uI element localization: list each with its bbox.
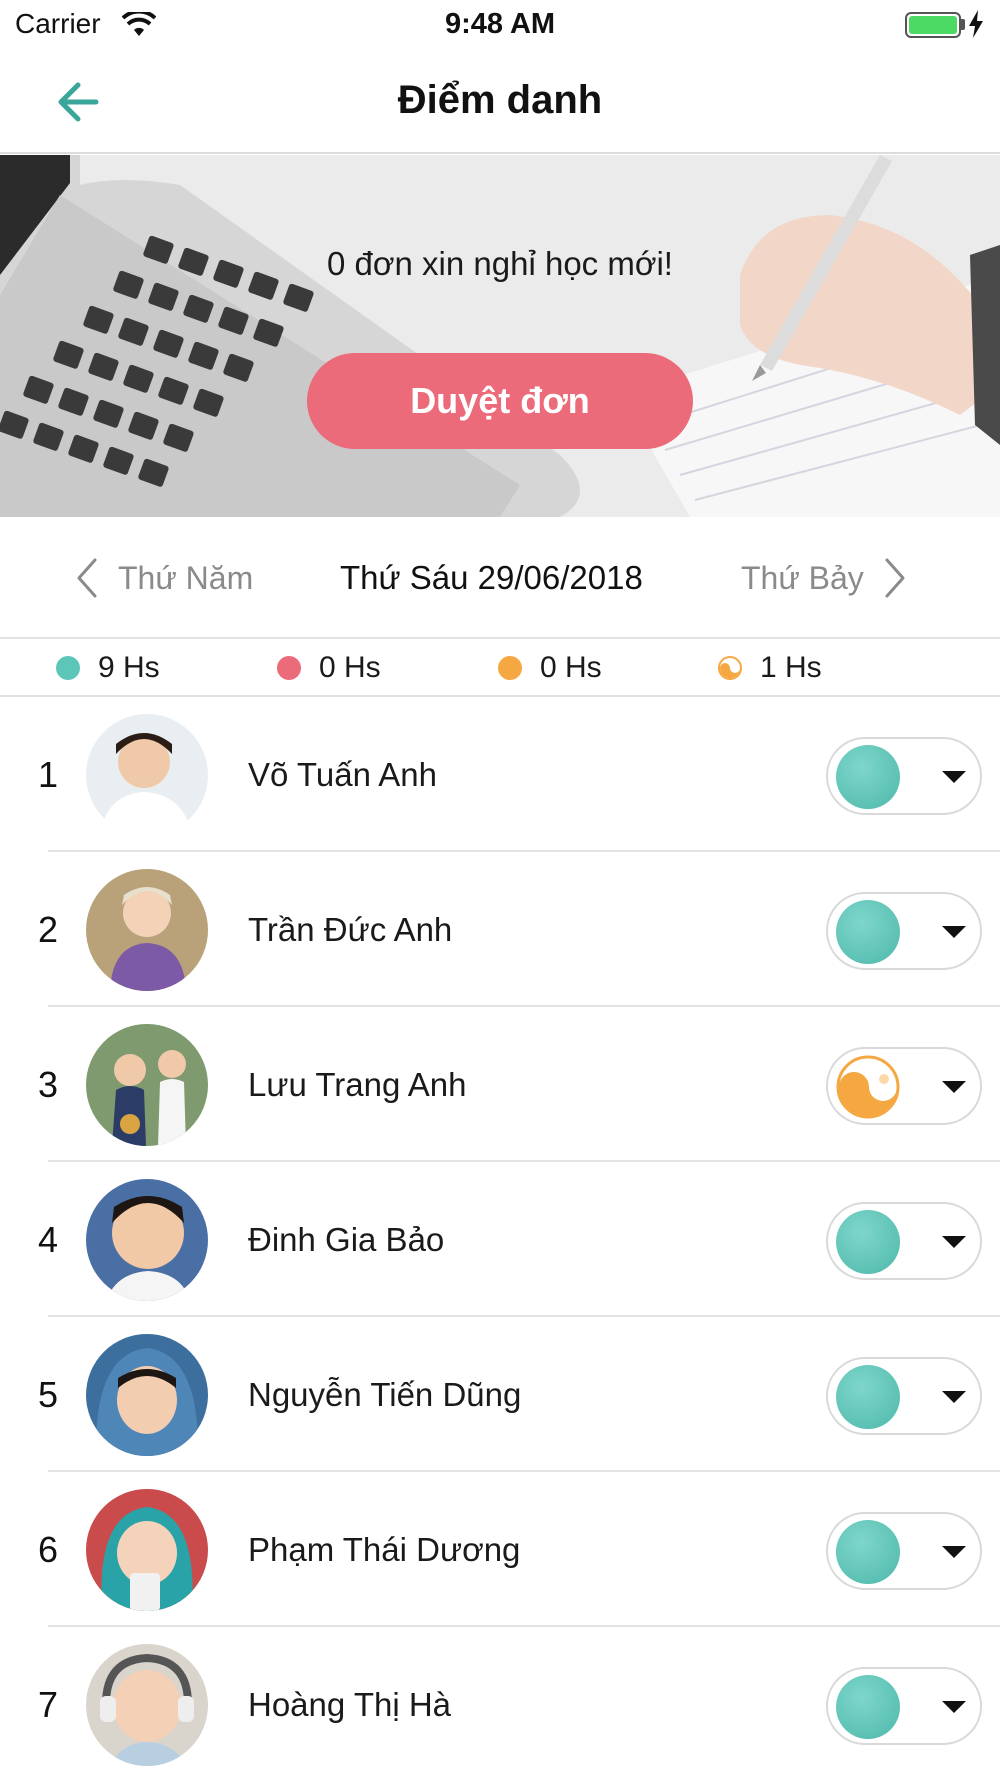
student-index: 3: [38, 1064, 59, 1105]
present-status-icon: [836, 745, 900, 809]
attendance-summary: 9 Hs 0 Hs 0 Hs 1 Hs: [0, 639, 1000, 697]
avatar: [86, 869, 208, 991]
banner-background-image: [0, 155, 1000, 517]
student-row[interactable]: 7 Hoàng Thị Hà: [0, 1627, 1000, 1778]
avatar: [86, 714, 208, 836]
status-bar: Carrier 9:48 AM: [0, 0, 1000, 50]
summary-present-count: 9 Hs: [98, 651, 160, 684]
charging-bolt-icon: [968, 10, 984, 43]
summary-late: 0 Hs: [498, 651, 602, 685]
avatar: [86, 1179, 208, 1301]
student-row[interactable]: 2 Trần Đức Anh: [0, 852, 1000, 1007]
student-name: Lưu Trang Anh: [248, 1066, 467, 1103]
summary-absent: 0 Hs: [277, 651, 381, 685]
date-selector: Thứ Năm Thứ Sáu 29/06/2018 Thứ Bảy: [0, 517, 1000, 639]
approve-requests-button[interactable]: Duyệt đơn: [307, 353, 693, 449]
absent-dot-icon: [277, 656, 301, 680]
present-status-icon: [836, 1675, 900, 1739]
caret-down-icon: [942, 1081, 966, 1093]
student-name: Đinh Gia Bảo: [248, 1221, 445, 1258]
page-title: Điểm danh: [397, 78, 603, 122]
avatar: [86, 1024, 208, 1146]
student-name: Hoàng Thị Hà: [248, 1686, 452, 1723]
leave-request-message: 0 đơn xin nghỉ học mới!: [327, 245, 673, 282]
caret-down-icon: [942, 1236, 966, 1248]
student-index: 2: [38, 909, 59, 950]
present-status-icon: [836, 1210, 900, 1274]
student-row[interactable]: 5 Nguyễn Tiến Dũng: [0, 1317, 1000, 1472]
previous-day-button[interactable]: Thứ Năm: [76, 555, 253, 601]
chevron-right-icon: [885, 558, 905, 598]
excused-dot-icon: [718, 656, 742, 680]
student-index: 4: [38, 1219, 59, 1260]
student-index: 5: [38, 1374, 59, 1415]
next-day-button[interactable]: Thứ Bảy: [741, 555, 906, 601]
navigation-bar: Điểm danh: [0, 50, 1000, 154]
attendance-status-dropdown[interactable]: [826, 1047, 982, 1125]
avatar: [86, 1334, 208, 1456]
student-list: 1 Võ Tuấn Anh 2 Trần Đức Anh 3 Lưu Trang…: [0, 697, 1000, 1778]
student-row[interactable]: 4 Đinh Gia Bảo: [0, 1162, 1000, 1317]
student-row[interactable]: 3 Lưu Trang Anh: [0, 1007, 1000, 1162]
excused-status-icon: [836, 1055, 900, 1119]
attendance-status-dropdown[interactable]: [826, 1202, 982, 1280]
current-date-label: Thứ Sáu 29/06/2018: [340, 559, 643, 596]
avatar: [86, 1644, 208, 1766]
battery-icon: [905, 12, 961, 38]
next-day-label: Thứ Bảy: [741, 559, 864, 596]
attendance-status-dropdown[interactable]: [826, 737, 982, 815]
present-status-icon: [836, 1520, 900, 1584]
avatar: [86, 1489, 208, 1611]
student-row[interactable]: 6 Phạm Thái Dương: [0, 1472, 1000, 1627]
present-status-icon: [836, 1365, 900, 1429]
attendance-status-dropdown[interactable]: [826, 892, 982, 970]
summary-excused-count: 1 Hs: [760, 651, 822, 684]
student-index: 7: [38, 1684, 59, 1725]
student-name: Võ Tuấn Anh: [248, 756, 437, 793]
student-index: 1: [38, 754, 59, 795]
student-index: 6: [38, 1529, 59, 1570]
previous-day-label: Thứ Năm: [118, 559, 254, 596]
student-name: Nguyễn Tiến Dũng: [248, 1376, 522, 1413]
caret-down-icon: [942, 1391, 966, 1403]
caret-down-icon: [942, 926, 966, 938]
attendance-status-dropdown[interactable]: [826, 1667, 982, 1745]
attendance-status-dropdown[interactable]: [826, 1512, 982, 1590]
attendance-status-dropdown[interactable]: [826, 1357, 982, 1435]
caret-down-icon: [942, 1701, 966, 1713]
present-dot-icon: [56, 656, 80, 680]
student-name: Trần Đức Anh: [248, 911, 453, 948]
student-name: Phạm Thái Dương: [248, 1531, 521, 1568]
summary-late-count: 0 Hs: [540, 651, 602, 684]
summary-absent-count: 0 Hs: [319, 651, 381, 684]
summary-present: 9 Hs: [56, 651, 160, 685]
clock: 9:48 AM: [444, 8, 556, 40]
present-status-icon: [836, 900, 900, 964]
chevron-left-icon: [77, 558, 97, 598]
caret-down-icon: [942, 771, 966, 783]
summary-excused: 1 Hs: [718, 651, 822, 685]
leave-request-banner: 0 đơn xin nghỉ học mới! Duyệt đơn: [0, 155, 1000, 517]
student-row[interactable]: 1 Võ Tuấn Anh: [0, 697, 1000, 852]
caret-down-icon: [942, 1546, 966, 1558]
late-dot-icon: [498, 656, 522, 680]
battery-tip: [961, 19, 965, 30]
